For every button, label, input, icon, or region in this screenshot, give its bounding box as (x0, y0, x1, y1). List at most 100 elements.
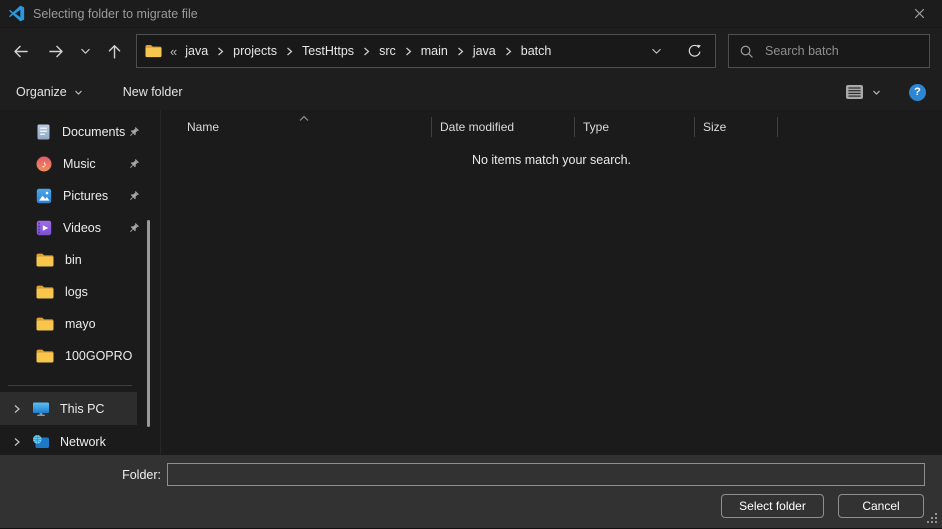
new-folder-label: New folder (123, 85, 183, 99)
navigation-pane: Documents ♪ Music (0, 110, 156, 455)
window-title: Selecting folder to migrate file (33, 7, 906, 21)
help-button[interactable]: ? (909, 84, 926, 101)
forward-button[interactable] (42, 36, 70, 66)
pin-icon[interactable] (127, 126, 140, 139)
folder-name-input[interactable] (167, 463, 925, 486)
folder-input-row: Folder: (0, 463, 942, 486)
column-header-size[interactable]: Size (695, 117, 777, 137)
collapsed-path-indicator[interactable]: « (170, 44, 177, 59)
sidebar-item-videos[interactable]: Videos (0, 212, 156, 244)
sort-ascending-icon (299, 111, 309, 125)
sidebar-item-label: This PC (60, 402, 104, 416)
folder-icon (36, 317, 54, 331)
file-list-area: Name Date modified Type Size No items ma… (160, 110, 942, 455)
pin-icon[interactable] (127, 222, 140, 235)
cancel-button[interactable]: Cancel (838, 494, 924, 518)
search-icon (739, 44, 754, 59)
organize-button[interactable]: Organize (16, 85, 83, 99)
recent-locations-button[interactable] (74, 36, 96, 66)
column-headers: Name Date modified Type Size (161, 114, 942, 140)
address-bar[interactable]: « java projects TestHttps src main java … (136, 34, 716, 68)
sidebar-item-label: Pictures (63, 189, 108, 203)
chevron-down-icon (651, 46, 662, 57)
sidebar-item-label: Documents (62, 125, 125, 139)
breadcrumb-segment[interactable]: TestHttps (298, 42, 358, 60)
command-bar: Organize New folder (0, 74, 942, 110)
column-divider[interactable] (777, 117, 778, 137)
column-header-date-modified[interactable]: Date modified (432, 117, 574, 137)
breadcrumb-segment[interactable]: projects (229, 42, 281, 60)
sidebar-item-label: Music (63, 157, 96, 171)
refresh-icon (687, 44, 702, 59)
folder-icon (36, 253, 54, 267)
sidebar-item-bin[interactable]: bin (0, 244, 156, 276)
select-folder-button[interactable]: Select folder (721, 494, 824, 518)
sidebar-item-label: logs (65, 285, 88, 299)
question-mark-icon: ? (914, 86, 921, 98)
dialog-body: Documents ♪ Music (0, 110, 942, 455)
view-mode-button[interactable] (845, 84, 881, 100)
dialog-footer: Folder: Select folder Cancel (0, 455, 942, 528)
sidebar-item-network[interactable]: Network (0, 425, 156, 455)
breadcrumb-segment[interactable]: src (375, 42, 400, 60)
svg-text:♪: ♪ (42, 160, 47, 171)
chevron-right-icon (363, 47, 370, 56)
folder-icon (36, 285, 54, 299)
chevron-right-icon (505, 47, 512, 56)
arrow-left-icon (12, 43, 29, 60)
network-icon (32, 434, 50, 450)
documents-icon (36, 124, 51, 140)
chevron-right-icon[interactable] (12, 437, 22, 447)
sidebar-item-music[interactable]: ♪ Music (0, 148, 156, 180)
file-dialog-window: Selecting folder to migrate file (0, 0, 942, 529)
address-dropdown-button[interactable] (643, 38, 669, 64)
folder-icon (36, 349, 54, 363)
empty-results-message: No items match your search. (161, 153, 942, 167)
chevron-right-icon (286, 47, 293, 56)
chevron-right-icon[interactable] (12, 404, 22, 414)
sidebar-item-label: Network (60, 435, 106, 449)
up-button[interactable] (100, 36, 128, 66)
this-pc-icon (32, 401, 50, 417)
column-header-type[interactable]: Type (575, 117, 694, 137)
new-folder-button[interactable]: New folder (123, 85, 183, 99)
refresh-button[interactable] (681, 38, 707, 64)
sidebar-item-100gopro[interactable]: 100GOPRO (0, 340, 156, 372)
navigation-bar: « java projects TestHttps src main java … (0, 28, 942, 74)
folder-label: Folder: (0, 468, 167, 482)
chevron-right-icon (405, 47, 412, 56)
close-icon (913, 7, 926, 20)
sidebar-item-documents[interactable]: Documents (0, 116, 156, 148)
sidebar-item-pictures[interactable]: Pictures (0, 180, 156, 212)
videos-icon (36, 220, 52, 236)
resize-grip[interactable] (927, 513, 938, 524)
arrow-up-icon (106, 43, 123, 60)
close-button[interactable] (906, 3, 932, 25)
chevron-down-icon (80, 46, 91, 57)
chevron-down-icon (872, 88, 881, 97)
search-box[interactable] (728, 34, 930, 68)
chevron-right-icon (217, 47, 224, 56)
pin-icon[interactable] (127, 158, 140, 171)
pin-icon[interactable] (127, 190, 140, 203)
sidebar-item-label: 100GOPRO (65, 349, 132, 363)
sidebar-scrollbar-thumb[interactable] (147, 220, 150, 427)
breadcrumb-segment[interactable]: main (417, 42, 452, 60)
breadcrumb-segment[interactable]: batch (517, 42, 556, 60)
organize-label: Organize (16, 85, 67, 99)
sidebar-item-label: mayo (65, 317, 96, 331)
sidebar-item-this-pc[interactable]: This PC (0, 392, 137, 425)
sidebar-item-mayo[interactable]: mayo (0, 308, 156, 340)
list-view-icon (845, 84, 864, 100)
column-header-name[interactable]: Name (161, 117, 431, 137)
sidebar-item-label: Videos (63, 221, 101, 235)
chevron-down-icon (74, 88, 83, 97)
search-input[interactable] (763, 43, 919, 59)
dialog-buttons-row: Select folder Cancel (0, 494, 942, 518)
pictures-icon (36, 188, 52, 204)
folder-icon (145, 44, 162, 58)
sidebar-item-logs[interactable]: logs (0, 276, 156, 308)
breadcrumb-segment[interactable]: java (181, 42, 212, 60)
breadcrumb-segment[interactable]: java (469, 42, 500, 60)
back-button[interactable] (6, 36, 34, 66)
